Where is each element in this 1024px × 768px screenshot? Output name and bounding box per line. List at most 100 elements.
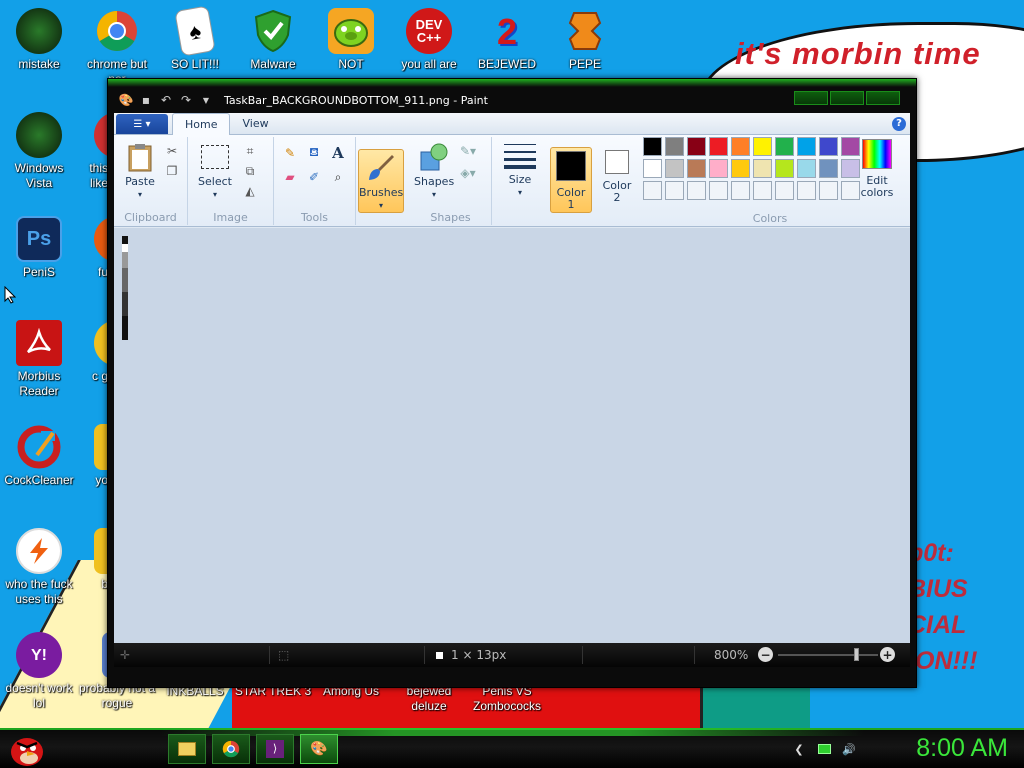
palette-swatch[interactable] (775, 181, 794, 200)
outline-icon[interactable]: ✎▾ (460, 143, 476, 159)
desktop-icon-penis[interactable]: Ps PeniS (0, 216, 78, 280)
close-button[interactable] (866, 91, 900, 105)
desktop-icon-bejewed-deluze[interactable]: bejewed deluze (390, 684, 468, 714)
magnifier-icon[interactable]: ⌕ (330, 169, 346, 185)
palette-swatch[interactable] (665, 159, 684, 178)
paint-app-icon[interactable]: 🎨 (118, 93, 134, 107)
palette-swatch[interactable] (665, 181, 684, 200)
start-button[interactable] (6, 731, 46, 768)
zoom-out-button[interactable]: − (758, 647, 773, 662)
shapes-button[interactable]: Shapes ▾ (414, 141, 454, 201)
taskbar-visual-studio-button[interactable]: ⟩ (256, 734, 294, 764)
desktop-icon-c-g[interactable]: c g (78, 320, 108, 384)
zoom-slider[interactable] (778, 654, 878, 656)
desktop-icon-who-the-fuck-uses-this[interactable]: who the fuck uses this (0, 528, 78, 607)
canvas-area[interactable] (114, 228, 910, 651)
palette-swatch[interactable] (643, 181, 662, 200)
cut-icon[interactable]: ✂ (164, 143, 180, 159)
paint-window[interactable]: 🎨 ▪ ↶ ↷ ▼ TaskBar_BACKGROUNDBOTTOM_911.p… (107, 78, 917, 688)
copy-icon[interactable]: ❐ (164, 163, 180, 179)
zoom-slider-thumb[interactable] (854, 648, 859, 661)
customize-qat-icon[interactable]: ▼ (198, 96, 214, 105)
palette-swatch[interactable] (687, 181, 706, 200)
taskbar-chrome-button[interactable] (212, 734, 250, 764)
desktop-icon-fu[interactable]: fu (78, 216, 108, 280)
palette-swatch[interactable] (775, 159, 794, 178)
palette-swatch[interactable] (819, 159, 838, 178)
desktop-icon-b[interactable]: b (78, 528, 108, 592)
taskbar-explorer-button[interactable] (168, 734, 206, 764)
image-canvas[interactable] (122, 236, 128, 340)
desktop-icon-windows-vista[interactable]: Windows Vista (0, 112, 78, 191)
show-hidden-icons-icon[interactable]: ❮ (792, 742, 806, 756)
volume-icon[interactable]: 🔊 (842, 742, 856, 756)
palette-swatch[interactable] (753, 137, 772, 156)
desktop-icon-penis-vs-zombococks[interactable]: Penis VS Zombococks (468, 684, 546, 714)
palette-swatch[interactable] (687, 137, 706, 156)
maximize-button[interactable] (830, 91, 864, 105)
palette-swatch[interactable] (753, 181, 772, 200)
tab-view[interactable]: View (230, 112, 280, 134)
color1-button[interactable]: Color 1 (550, 147, 592, 213)
color-picker-icon[interactable]: ✐ (306, 169, 322, 185)
taskbar-paint-button[interactable]: 🎨 (300, 734, 338, 764)
chrome-icon (94, 8, 140, 54)
palette-swatch[interactable] (731, 137, 750, 156)
palette-swatch[interactable] (643, 137, 662, 156)
paste-button[interactable]: Paste ▾ (120, 141, 160, 201)
palette-swatch[interactable] (665, 137, 684, 156)
desktop-icon-doesnt-work-lol[interactable]: Y! doesn't work lol (0, 632, 78, 711)
desktop-icon-not[interactable]: NOT (312, 8, 390, 72)
select-button[interactable]: Select ▾ (194, 141, 236, 201)
palette-swatch[interactable] (797, 137, 816, 156)
redo-icon[interactable]: ↷ (178, 93, 194, 107)
edit-colors-button[interactable]: Edit colors (856, 139, 898, 199)
crop-icon[interactable]: ⌗ (242, 143, 258, 159)
desktop-icon-cockcleaner[interactable]: CockCleaner (0, 424, 78, 488)
zoom-in-button[interactable]: + (880, 647, 895, 662)
network-icon[interactable] (817, 742, 831, 756)
desktop-icon-chrome-but-nor[interactable]: chrome but nor (78, 8, 156, 87)
palette-swatch[interactable] (819, 181, 838, 200)
desktop-icon-so-lit[interactable]: ♠ SO LIT!!! (156, 5, 234, 72)
desktop-icon-yo[interactable]: yo (78, 424, 108, 488)
desktop-icon-pepe[interactable]: PEPE (546, 8, 624, 72)
palette-swatch[interactable] (819, 137, 838, 156)
palette-swatch[interactable] (709, 181, 728, 200)
palette-swatch[interactable] (709, 159, 728, 178)
palette-swatch[interactable] (643, 159, 662, 178)
fill-bucket-icon[interactable]: ⛾ (306, 145, 322, 161)
palette-swatch[interactable] (797, 181, 816, 200)
palette-swatch[interactable] (753, 159, 772, 178)
resize-icon[interactable]: ⧉ (242, 163, 258, 179)
palette-swatch[interactable] (797, 159, 816, 178)
tab-home[interactable]: Home (172, 113, 231, 135)
paint-menu-button[interactable]: ☰ ▾ (116, 114, 168, 134)
desktop-icon-malware[interactable]: Malware (234, 8, 312, 72)
desktop-icon-mistake[interactable]: mistake (0, 8, 78, 72)
desktop-icon-bejewed[interactable]: 2 BEJEWED (468, 8, 546, 72)
help-icon[interactable]: ? (892, 116, 906, 131)
color2-button[interactable]: Color 2 (596, 150, 638, 204)
save-icon[interactable]: ▪ (138, 93, 154, 107)
palette-swatch[interactable] (731, 181, 750, 200)
pencil-icon[interactable]: ✎ (282, 145, 298, 161)
palette-swatch[interactable] (731, 159, 750, 178)
rotate-icon[interactable]: ◭ (242, 183, 258, 199)
desktop-icon-morbius-reader[interactable]: Morbius Reader (0, 320, 78, 399)
taskbar-clock[interactable]: 8:00 AM (916, 734, 1008, 763)
desktop-icon-you-all-are[interactable]: DEV C++ you all are (390, 8, 468, 72)
palette-swatch[interactable] (775, 137, 794, 156)
palette-swatch[interactable] (687, 159, 706, 178)
brushes-button[interactable]: Brushes ▾ (358, 149, 404, 213)
orange-gem-icon (562, 8, 608, 54)
undo-icon[interactable]: ↶ (158, 93, 174, 107)
minimize-button[interactable] (794, 91, 828, 105)
fill-icon[interactable]: ◈▾ (460, 165, 476, 181)
text-tool-icon[interactable]: A (330, 144, 346, 162)
palette-swatch[interactable] (709, 137, 728, 156)
title-bar[interactable]: 🎨 ▪ ↶ ↷ ▼ TaskBar_BACKGROUNDBOTTOM_911.p… (118, 89, 906, 111)
desktop-icon-this-like[interactable]: this like (78, 112, 108, 191)
size-button[interactable]: Size ▾ (498, 139, 542, 199)
eraser-icon[interactable]: ▰ (282, 169, 298, 185)
